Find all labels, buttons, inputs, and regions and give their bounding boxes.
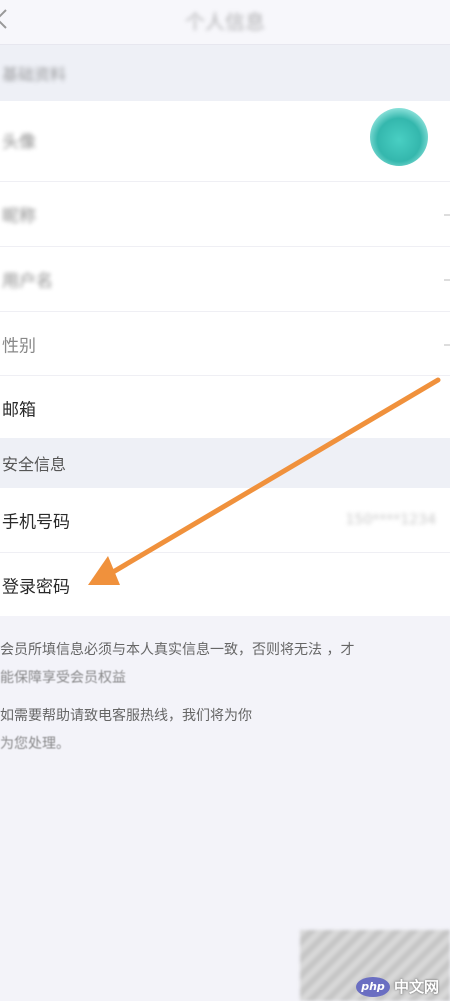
notice-line: 为您处理。	[0, 736, 70, 752]
avatar[interactable]: avatar	[370, 108, 428, 166]
chevron-right-icon	[444, 279, 450, 281]
row-phone-label: 手机号码	[2, 512, 70, 533]
row-email-label: 邮箱	[2, 400, 36, 421]
notice-paragraph-1: 会员所填信息必须与本人真实信息一致，否则将无法 ，才 能保障享受会员权益	[0, 636, 450, 692]
row-gender-label: 性别	[2, 336, 36, 357]
row-gender[interactable]: 性别	[0, 312, 450, 376]
section-label-basic-text: 基础资料	[2, 65, 67, 84]
notice-line-text: 会员所填信息必须与本人真实信息一致，否则将无法 ，才	[0, 642, 355, 658]
section-label-security-text: 安全信息	[2, 455, 67, 474]
notice-line: 会员所填信息必须与本人真实信息一致，否则将无法 ，才	[0, 636, 450, 664]
row-login-password-label: 登录密码	[2, 577, 70, 598]
top-nav-bar: 个人信息	[0, 0, 450, 45]
notice-line: 能保障享受会员权益	[0, 670, 126, 686]
php-logo-icon: php	[356, 976, 390, 997]
page-title: 个人信息	[185, 10, 265, 34]
row-login-password[interactable]: 登录密码	[0, 553, 450, 617]
chevron-right-icon	[444, 344, 450, 346]
section-label-security: 安全信息	[0, 438, 450, 488]
row-phone-value: 150****1234	[345, 512, 436, 528]
watermark-text: 中文网	[394, 978, 440, 996]
chevron-right-icon	[444, 214, 450, 216]
notice-paragraph-2: 如需要帮助请致电客服热线，我们将为你 为您处理。	[0, 702, 450, 758]
row-phone[interactable]: 手机号码 150****1234	[0, 488, 450, 552]
row-username[interactable]: 用户名	[0, 247, 450, 311]
row-email[interactable]: 邮箱	[0, 376, 450, 440]
row-username-label: 用户名	[2, 271, 53, 292]
section-label-basic: 基础资料	[0, 45, 450, 101]
row-nickname[interactable]: 昵称	[0, 182, 450, 246]
row-avatar-label: 头像	[2, 132, 36, 153]
row-nickname-label: 昵称	[2, 206, 36, 227]
notice-line: 如需要帮助请致电客服热线，我们将为你	[0, 702, 450, 730]
watermark-logo: php 中文网	[356, 976, 439, 997]
notice-line-text: 如需要帮助请致电客服热线，我们将为你	[0, 708, 252, 724]
